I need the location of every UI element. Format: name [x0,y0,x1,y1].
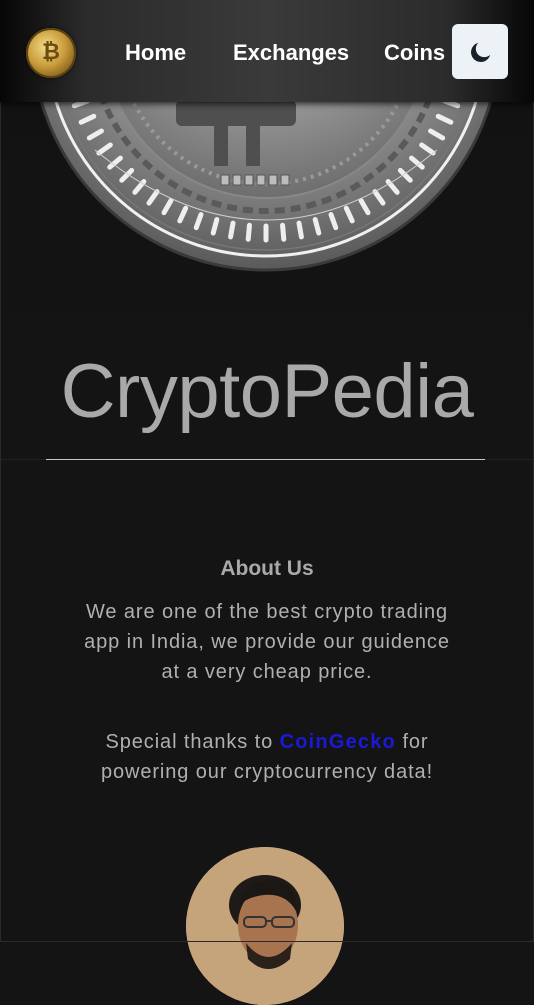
avatar [186,847,344,1005]
about-thanks: Special thanks to CoinGecko for powering… [82,727,452,787]
thanks-prefix: Special thanks to [105,731,280,753]
nav-coins-link[interactable]: Coins [384,38,445,68]
page-title: CryptoPedia [60,349,474,434]
theme-toggle-button[interactable] [452,24,508,79]
navbar: Home Exchanges Coins [0,0,534,102]
coingecko-link[interactable]: CoinGecko [280,731,396,753]
moon-icon [471,42,491,62]
about-description: We are one of the best crypto trading ap… [84,601,450,683]
bitcoin-icon[interactable] [26,28,76,78]
nav-exchanges-link[interactable]: Exchanges [233,38,349,68]
about-heading: About Us [220,557,314,580]
title-underline [46,459,485,460]
nav-home-link[interactable]: Home [125,38,186,68]
